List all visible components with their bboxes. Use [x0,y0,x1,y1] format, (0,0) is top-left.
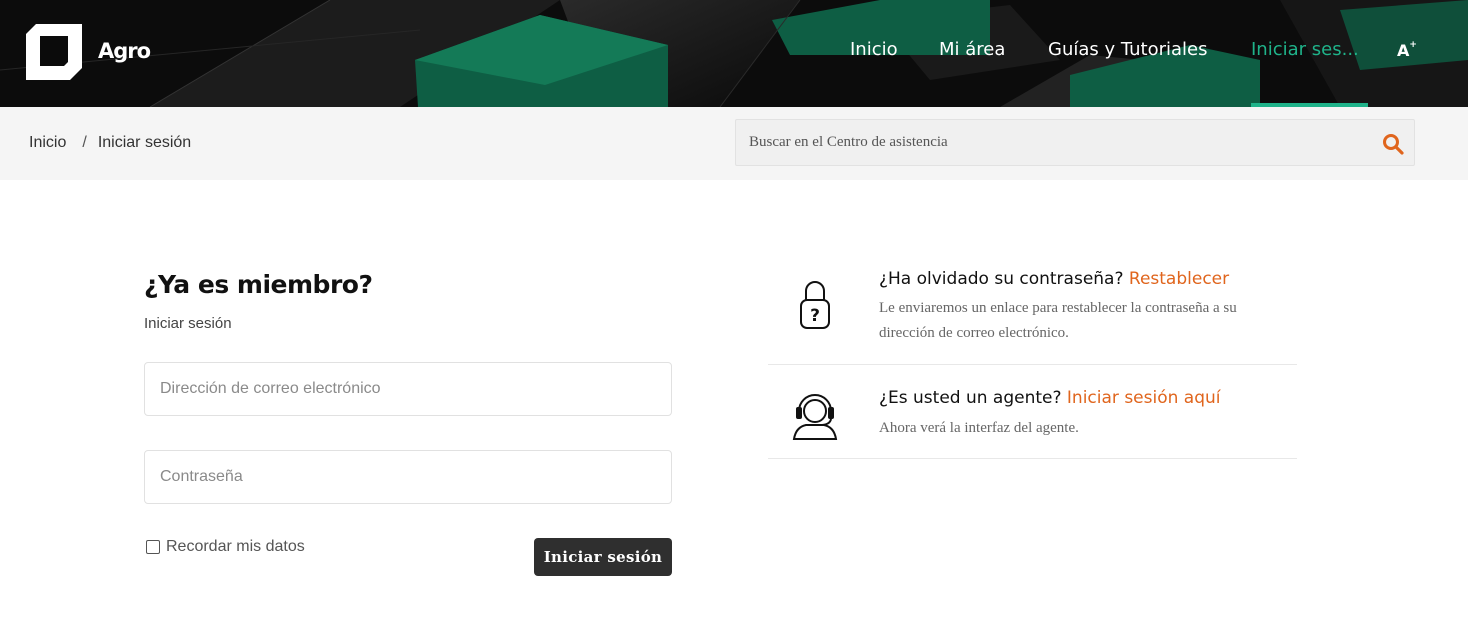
font-size-plus: + [1409,39,1417,50]
breadcrumb-inicio[interactable]: Inicio [29,134,66,152]
forgot-password-heading: ¿Ha olvidado su contraseña? Restablecer [879,269,1229,289]
agent-heading: ¿Es usted un agente? Iniciar sesión aquí [879,388,1221,408]
agent-question: ¿Es usted un agente? [879,388,1067,408]
breadcrumb-current: Iniciar sesión [97,134,192,151]
agent-login-link[interactable]: Iniciar sesión aquí [1067,388,1221,408]
nav-item-inicio[interactable]: Inicio [850,39,898,60]
search-box [735,119,1415,166]
breadcrumb-separator: / [82,134,87,151]
nav-item-guias-tutoriales[interactable]: Guías y Tutoriales [1048,39,1208,60]
nav-item-mi-area[interactable]: Mi área [939,39,1005,60]
password-field[interactable] [144,450,672,504]
forgot-password-row: ? ¿Ha olvidado su contraseña? Restablece… [768,258,1297,365]
login-subtitle: Iniciar sesión [144,315,232,332]
brand-name[interactable]: Agro [98,39,151,63]
login-title: ¿Ya es miembro? [144,270,373,299]
headset-agent-icon [792,394,838,440]
forgot-password-question: ¿Ha olvidado su contraseña? [879,269,1129,289]
svg-text:?: ? [810,306,820,326]
site-header: Agro Inicio Mi área Guías y Tutoriales I… [0,0,1468,107]
agro-logo-icon[interactable] [24,22,84,82]
breadcrumb: Inicio / Iniciar sesión [29,134,191,152]
padlock-question-icon: ? [800,281,830,329]
search-icon[interactable] [1381,132,1405,156]
remember-me[interactable]: Recordar mis datos [146,538,305,556]
font-size-label: A [1397,41,1410,60]
agent-description: Ahora verá la interfaz del agente. [879,420,1079,436]
forgot-password-description: Le enviaremos un enlace para restablecer… [879,300,1237,341]
reset-password-link[interactable]: Restablecer [1129,269,1229,289]
breadcrumb-search-bar: Inicio / Iniciar sesión [0,107,1468,180]
remember-label: Recordar mis datos [166,538,305,555]
login-button[interactable]: Iniciar sesión [534,538,672,576]
nav-item-iniciar-sesion[interactable]: Iniciar ses... [1251,39,1359,60]
font-size-button[interactable]: A+ [1397,39,1417,60]
search-input[interactable] [736,120,1366,165]
header-background-image [0,0,1468,107]
remember-checkbox[interactable] [146,540,160,554]
email-field[interactable] [144,362,672,416]
agent-login-row: ¿Es usted un agente? Iniciar sesión aquí… [768,365,1297,459]
